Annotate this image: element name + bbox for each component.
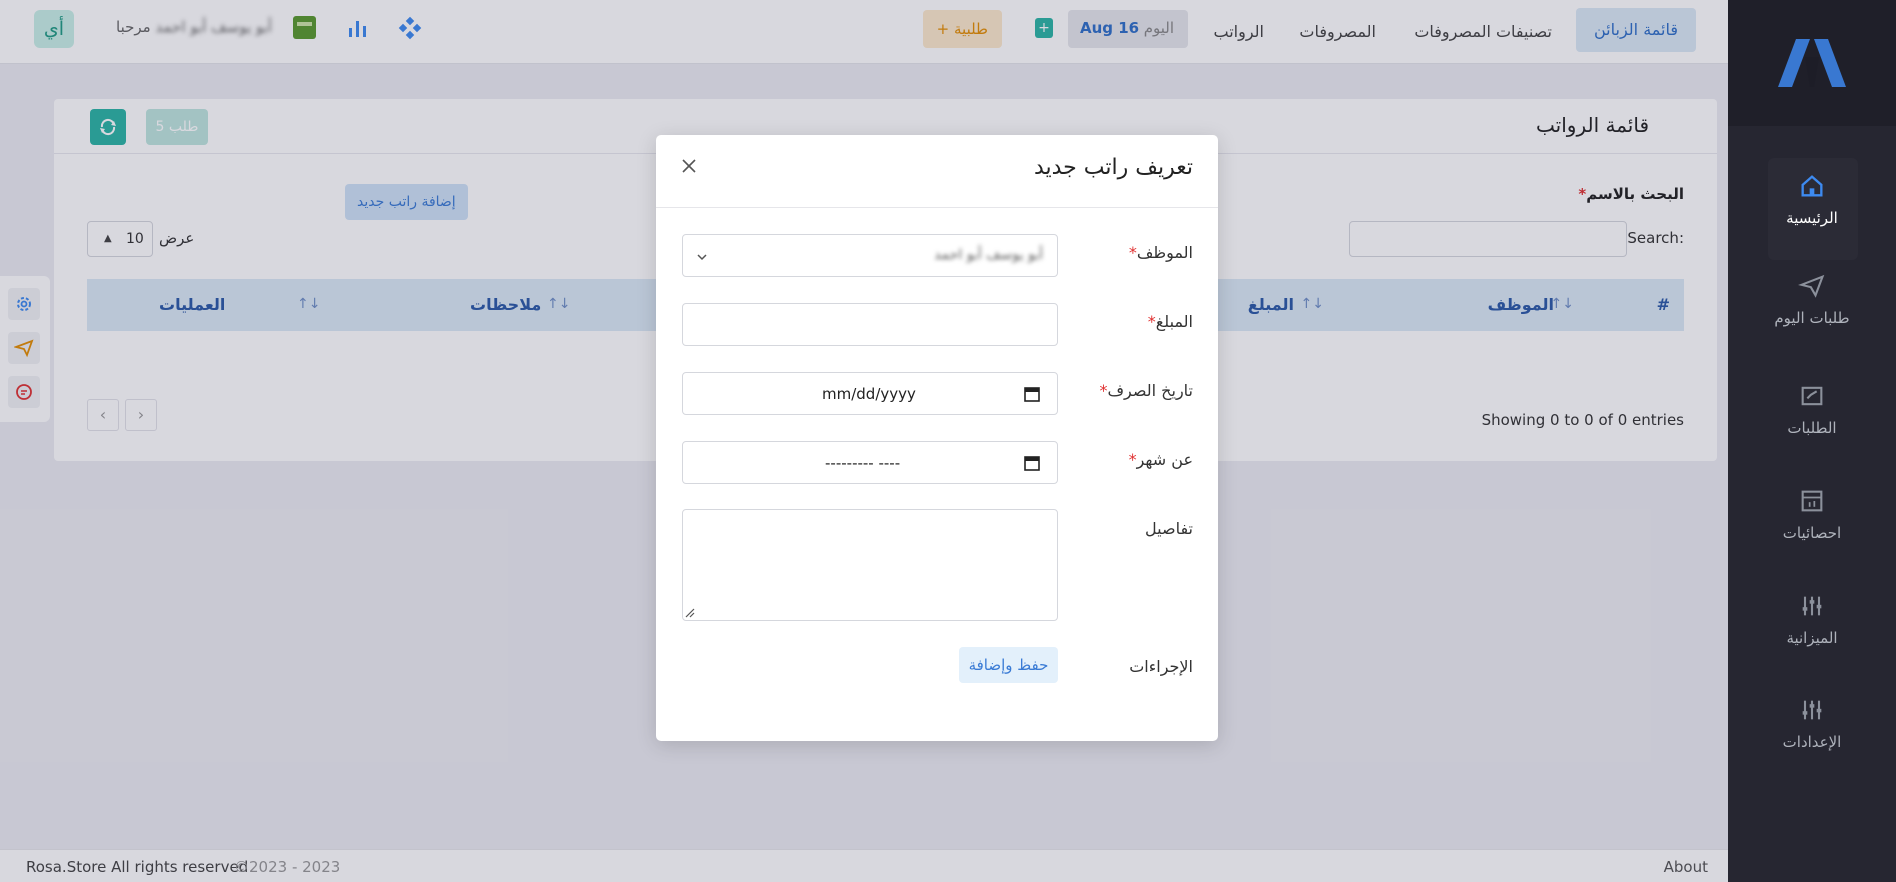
stats-icon xyxy=(1801,490,1823,512)
sidebar-item-stats[interactable]: احصائيات xyxy=(1728,487,1896,543)
sidebar-item-settings[interactable]: الإعدادات xyxy=(1728,696,1896,752)
sliders-icon xyxy=(1802,596,1822,616)
sidebar-item-label: الرئيسية xyxy=(1786,209,1838,227)
home-icon xyxy=(1801,175,1823,197)
sidebar-item-label: الإعدادات xyxy=(1782,733,1842,751)
month-input[interactable]: --------- ---- xyxy=(682,441,1058,484)
calendar-icon[interactable] xyxy=(1024,386,1040,402)
modal-title: تعريف راتب جديد xyxy=(1033,155,1193,180)
sidebar-item-label: الطلبات xyxy=(1787,419,1837,437)
employee-value: أبو يوسف أبو احمد xyxy=(934,247,1043,263)
new-salary-modal: تعريف راتب جديد *الموظف أبو يوسف أبو احم… xyxy=(656,135,1218,741)
divider xyxy=(656,207,1218,208)
pay-date-placeholder: mm/dd/yyyy xyxy=(822,385,916,403)
calendar-icon[interactable] xyxy=(1024,455,1040,471)
sidebar-item-budget[interactable]: الميزانية xyxy=(1728,592,1896,648)
sidebar-item-home[interactable]: الرئيسية xyxy=(1728,158,1896,260)
amount-input[interactable] xyxy=(682,303,1058,346)
sidebar-item-label: احصائيات xyxy=(1782,524,1842,542)
pay-date-input[interactable]: mm/dd/yyyy xyxy=(682,372,1058,415)
save-and-add-button[interactable]: حفظ وإضافة xyxy=(959,647,1058,683)
employee-select[interactable]: أبو يوسف أبو احمد xyxy=(682,234,1058,277)
chart-check-icon xyxy=(1801,386,1823,406)
month-placeholder: --------- ---- xyxy=(825,454,901,472)
resize-handle-icon[interactable] xyxy=(685,608,695,618)
sidebar-item-orders[interactable]: الطلبات xyxy=(1728,382,1896,438)
details-label: تفاصيل xyxy=(1145,519,1193,538)
close-icon[interactable] xyxy=(676,153,702,179)
employee-label: *الموظف xyxy=(1128,243,1193,262)
details-textarea[interactable] xyxy=(682,509,1058,621)
send-icon xyxy=(1798,274,1825,298)
sliders-icon xyxy=(1802,700,1822,720)
actions-label: الإجراءات xyxy=(1129,657,1193,676)
sidebar-item-label: طلبات اليوم xyxy=(1774,309,1850,327)
sidebar-item-today-orders[interactable]: طلبات اليوم xyxy=(1728,272,1896,328)
sidebar-item-label: الميزانية xyxy=(1786,629,1838,647)
pay-date-label: *تاريخ الصرف xyxy=(1099,381,1193,400)
month-label: *عن شهر xyxy=(1128,450,1193,469)
amount-label: *المبلغ xyxy=(1147,312,1193,331)
chevron-down-icon xyxy=(697,254,707,261)
